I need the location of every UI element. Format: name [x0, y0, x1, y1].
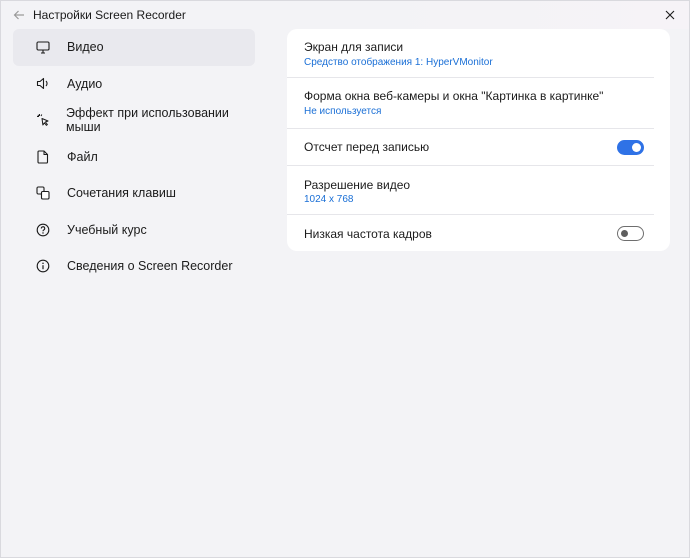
countdown-toggle[interactable]: [617, 140, 644, 155]
screen-setting-value[interactable]: Средство отображения 1: HyperVMonitor: [304, 57, 493, 68]
sidebar-item-shortcuts[interactable]: Сочетания клавиш: [13, 175, 255, 212]
low-fps-setting-title: Низкая частота кадров: [304, 227, 432, 241]
speaker-icon: [35, 76, 51, 92]
sidebar-item-label: Эффект при использовании мыши: [66, 106, 229, 135]
cursor-click-icon: [35, 112, 50, 128]
arrow-left-icon: [13, 9, 25, 21]
countdown-setting: Отсчет перед записью: [287, 129, 670, 165]
sidebar-item-label: Сочетания клавиш: [67, 186, 176, 201]
sidebar-item-file[interactable]: Файл: [13, 139, 255, 176]
monitor-icon: [35, 39, 51, 55]
webcam-setting-value[interactable]: Не используется: [304, 106, 381, 117]
sidebar-item-audio[interactable]: Аудио: [13, 66, 255, 103]
sidebar: Видео Аудио Эффект при использовании мыш…: [13, 29, 255, 285]
keyboard-shortcut-icon: [35, 185, 51, 201]
title-bar: Настройки Screen Recorder: [1, 1, 689, 29]
screen-setting[interactable]: Экран для записи Средство отображения 1:…: [287, 29, 670, 77]
close-icon: [665, 10, 675, 20]
window-title: Настройки Screen Recorder: [33, 8, 186, 22]
low-fps-toggle[interactable]: [617, 226, 644, 241]
help-icon: [35, 222, 51, 238]
countdown-setting-title: Отсчет перед записью: [304, 140, 430, 154]
sidebar-item-label: Аудио: [67, 76, 103, 91]
webcam-setting[interactable]: Форма окна веб-камеры и окна "Картинка в…: [287, 78, 670, 128]
settings-window: Настройки Screen Recorder Видео Аудио Эф…: [0, 0, 690, 558]
back-button[interactable]: [8, 4, 30, 26]
video-settings-panel: Экран для записи Средство отображения 1:…: [287, 29, 670, 251]
resolution-setting-value[interactable]: 1024 x 768: [304, 194, 354, 205]
file-icon: [35, 149, 51, 165]
sidebar-item-about[interactable]: Сведения о Screen Recorder: [13, 248, 255, 285]
sidebar-item-label: Сведения о Screen Recorder: [67, 259, 233, 274]
screen-setting-title: Экран для записи: [304, 40, 404, 54]
sidebar-item-label: Видео: [67, 40, 104, 55]
sidebar-item-tutorial[interactable]: Учебный курс: [13, 212, 255, 249]
sidebar-item-label: Файл: [67, 149, 98, 164]
toggle-knob: [620, 229, 628, 237]
close-button[interactable]: [661, 6, 679, 24]
low-fps-setting: Низкая частота кадров: [287, 215, 670, 251]
toggle-knob: [632, 143, 641, 152]
webcam-setting-title: Форма окна веб-камеры и окна "Картинка в…: [304, 89, 604, 103]
resolution-setting-title: Разрешение видео: [304, 178, 411, 192]
info-icon: [35, 258, 51, 274]
sidebar-item-label: Учебный курс: [67, 222, 147, 237]
sidebar-item-video[interactable]: Видео: [13, 29, 255, 66]
sidebar-item-mouse-effect[interactable]: Эффект при использовании мыши: [13, 102, 255, 139]
resolution-setting[interactable]: Разрешение видео 1024 x 768: [287, 166, 670, 214]
